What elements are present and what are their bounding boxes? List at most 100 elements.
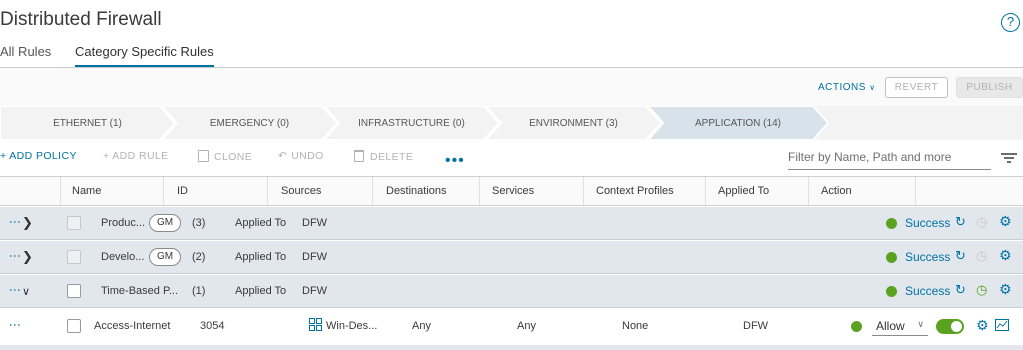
rule-destinations[interactable]: Any — [412, 320, 431, 332]
row-checkbox[interactable] — [67, 250, 81, 264]
applied-to-label: Applied To — [235, 285, 287, 297]
column-header-destinations[interactable]: Destinations — [386, 185, 447, 197]
rule-row[interactable]: ⋮ Access-Internet 3054 Win-Des... Any An… — [0, 310, 1023, 345]
category-infrastructure[interactable]: INFRASTRUCTURE (0) — [324, 106, 499, 140]
rule-name[interactable]: Access-Internet — [94, 320, 170, 332]
tab-all-rules[interactable]: All Rules — [0, 44, 51, 59]
applied-to-label: Applied To — [235, 251, 287, 263]
delete-button[interactable]: DELETE — [354, 150, 413, 163]
status-indicator — [886, 252, 897, 263]
more-options-icon[interactable]: ••• — [445, 152, 465, 170]
row-divider — [0, 345, 1023, 350]
drag-handle-icon[interactable]: ⋮ — [8, 284, 22, 295]
column-header-services[interactable]: Services — [492, 185, 534, 197]
column-separator — [808, 177, 809, 205]
chevron-right-icon[interactable]: ❯ — [22, 215, 33, 231]
drag-handle-icon[interactable]: ⋮ — [8, 250, 22, 261]
column-separator — [479, 177, 480, 205]
category-ethernet[interactable]: ETHERNET (1) — [0, 106, 175, 140]
policy-name: Time-Based P... — [101, 285, 179, 297]
applied-to-label: Applied To — [235, 217, 287, 229]
drag-handle-icon[interactable]: ⋮ — [8, 319, 22, 330]
category-application[interactable]: APPLICATION (14) — [648, 106, 828, 140]
policy-name: Develo... — [101, 251, 145, 263]
gm-badge: GM — [149, 248, 182, 266]
policy-name: Produc... — [101, 217, 146, 229]
rule-context-profiles[interactable]: None — [622, 320, 648, 332]
status-text[interactable]: Success — [905, 250, 950, 264]
status-text[interactable]: Success — [905, 216, 950, 230]
row-checkbox[interactable] — [67, 284, 81, 298]
applied-to-value: DFW — [302, 285, 328, 297]
actions-dropdown[interactable]: ACTIONS ∨ — [818, 82, 876, 93]
group-icon-svg — [309, 318, 322, 331]
clock-icon[interactable]: ◷ — [976, 248, 987, 264]
gear-icon[interactable]: ⚙ — [999, 213, 1012, 230]
tab-category-specific-rules[interactable]: Category Specific Rules — [75, 44, 214, 68]
column-separator — [163, 177, 164, 205]
column-header-context-profiles[interactable]: Context Profiles — [596, 185, 674, 197]
column-header-sources[interactable]: Sources — [281, 185, 321, 197]
rule-enabled-toggle[interactable] — [936, 319, 964, 334]
column-separator — [705, 177, 706, 205]
gm-badge: GM — [149, 214, 182, 232]
add-policy-button[interactable]: + ADD POLICY — [0, 150, 77, 162]
column-header-action[interactable]: Action — [821, 185, 852, 197]
column-separator — [583, 177, 584, 205]
column-separator — [372, 177, 373, 205]
row-checkbox[interactable] — [67, 216, 81, 230]
rule-services[interactable]: Any — [517, 320, 536, 332]
rule-id: 3054 — [200, 320, 225, 332]
trash-icon — [354, 150, 364, 162]
gear-icon[interactable]: ⚙ — [999, 247, 1012, 264]
column-separator — [915, 177, 916, 205]
chevron-right-icon[interactable]: ❯ — [22, 249, 33, 265]
chevron-down-icon[interactable]: ∨ — [22, 285, 30, 298]
column-header-name[interactable]: Name — [72, 185, 101, 197]
undo-button[interactable]: ↶ UNDO — [278, 150, 324, 162]
category-emergency[interactable]: EMERGENCY (0) — [162, 106, 337, 140]
rule-applied-to[interactable]: DFW — [743, 320, 768, 332]
undo-icon: ↶ — [278, 150, 288, 162]
category-label: ENVIRONMENT (3) — [529, 117, 618, 129]
action-select-value: Allow — [876, 319, 905, 333]
graph-icon-svg — [995, 319, 1009, 331]
add-rule-button[interactable]: + ADD RULE — [103, 150, 169, 162]
grid-header: Name ID Sources Destinations Services Co… — [0, 176, 1023, 206]
clone-button[interactable]: CLONE — [198, 150, 252, 163]
filter-icon[interactable] — [1000, 151, 1018, 165]
refresh-icon[interactable]: ↻ — [955, 248, 966, 264]
rule-sources[interactable]: Win-Des... — [326, 320, 377, 332]
row-checkbox[interactable] — [67, 319, 81, 333]
column-header-applied-to[interactable]: Applied To — [718, 185, 769, 197]
refresh-icon[interactable]: ↻ — [955, 282, 966, 298]
filter-input[interactable]: Filter by Name, Path and more — [788, 150, 991, 170]
category-environment[interactable]: ENVIRONMENT (3) — [486, 106, 661, 140]
category-label: INFRASTRUCTURE (0) — [358, 117, 465, 129]
timer-icon[interactable]: ◷ — [976, 282, 987, 298]
status-text[interactable]: Success — [905, 284, 950, 298]
graph-icon[interactable] — [995, 319, 1009, 334]
gear-icon[interactable]: ⚙ — [976, 317, 989, 334]
drag-handle-icon[interactable]: ⋮ — [8, 216, 22, 227]
publish-button[interactable]: PUBLISH — [956, 77, 1023, 98]
refresh-icon[interactable]: ↻ — [955, 214, 966, 230]
gear-icon[interactable]: ⚙ — [999, 281, 1012, 298]
column-header-id[interactable]: ID — [177, 185, 188, 197]
policy-row[interactable]: ⋮ ❯ Produc... GM (3) Applied To DFW Succ… — [0, 207, 1023, 240]
rule-count: (1) — [192, 285, 206, 297]
rule-count: (3) — [192, 217, 206, 229]
clone-label: CLONE — [214, 151, 253, 163]
category-label: APPLICATION (14) — [695, 117, 781, 129]
revert-button[interactable]: REVERT — [885, 77, 948, 98]
clock-icon[interactable]: ◷ — [976, 214, 987, 230]
clone-icon — [198, 150, 209, 162]
applied-to-value: DFW — [302, 217, 328, 229]
status-indicator — [851, 321, 862, 332]
rule-count: (2) — [192, 251, 206, 263]
action-select[interactable]: Allow ∨ — [872, 316, 928, 336]
policy-row[interactable]: ⋮ ❯ Develo... GM (2) Applied To DFW Succ… — [0, 241, 1023, 274]
help-icon[interactable]: ? — [1001, 13, 1020, 32]
actions-label: ACTIONS — [818, 82, 866, 93]
policy-row[interactable]: ⋮ ∨ Time-Based P... (1) Applied To DFW S… — [0, 275, 1023, 308]
